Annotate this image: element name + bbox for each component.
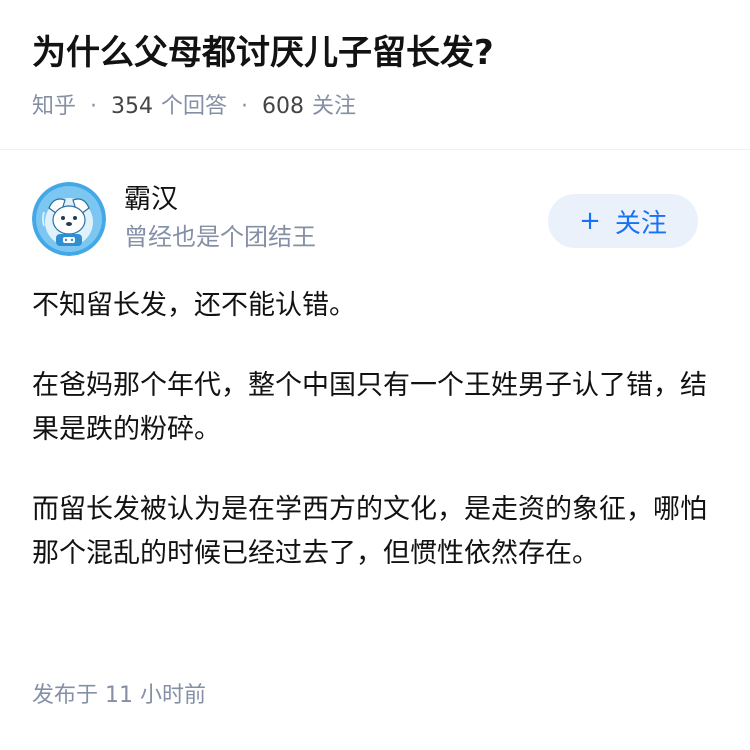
answer-content: 不知留长发，还不能认错。 在爸妈那个年代，整个中国只有一个王姓男子认了错，结果是… xyxy=(32,284,718,576)
author-row: 霸汉 曾经也是个团结王 + 关注 xyxy=(32,182,718,292)
answer-paragraph: 而留长发被认为是在学西方的文化，是走资的象征，哪怕那个混乱的时候已经过去了，但惯… xyxy=(32,494,707,569)
follower-count: 608 xyxy=(262,94,305,119)
plus-icon: + xyxy=(579,206,601,236)
answer-count: 354 xyxy=(111,94,154,119)
zhihu-answer-page: 为什么父母都讨厌儿子留长发? 知乎 · 354 个回答 · 608 关注 霸汉 … xyxy=(0,0,750,750)
question-header: 为什么父母都讨厌儿子留长发? 知乎 · 354 个回答 · 608 关注 xyxy=(0,0,750,150)
dog-astronaut-avatar-icon xyxy=(32,182,106,256)
author-headline: 曾经也是个团结王 xyxy=(124,223,316,251)
follow-button[interactable]: + 关注 xyxy=(548,194,698,248)
follower-count-label: 关注 xyxy=(312,94,357,119)
answer-card: 霸汉 曾经也是个团结王 + 关注 不知留长发，还不能认错。 在爸妈那个年代，整个… xyxy=(0,182,750,576)
source-label[interactable]: 知乎 xyxy=(32,92,76,122)
question-meta: 知乎 · 354 个回答 · 608 关注 xyxy=(32,92,718,122)
post-time: 发布于 11 小时前 xyxy=(32,683,206,708)
avatar[interactable] xyxy=(32,182,106,256)
answer-count-label: 个回答 xyxy=(161,94,228,119)
author-name[interactable]: 霸汉 xyxy=(124,182,316,218)
meta-separator: · xyxy=(90,94,98,119)
author-info: 霸汉 曾经也是个团结王 xyxy=(124,182,316,254)
answer-paragraph: 在爸妈那个年代，整个中国只有一个王姓男子认了错，结果是跌的粉碎。 xyxy=(32,370,707,445)
question-title[interactable]: 为什么父母都讨厌儿子留长发? xyxy=(32,30,718,76)
follow-button-label: 关注 xyxy=(614,208,667,239)
meta-separator: · xyxy=(241,94,249,119)
